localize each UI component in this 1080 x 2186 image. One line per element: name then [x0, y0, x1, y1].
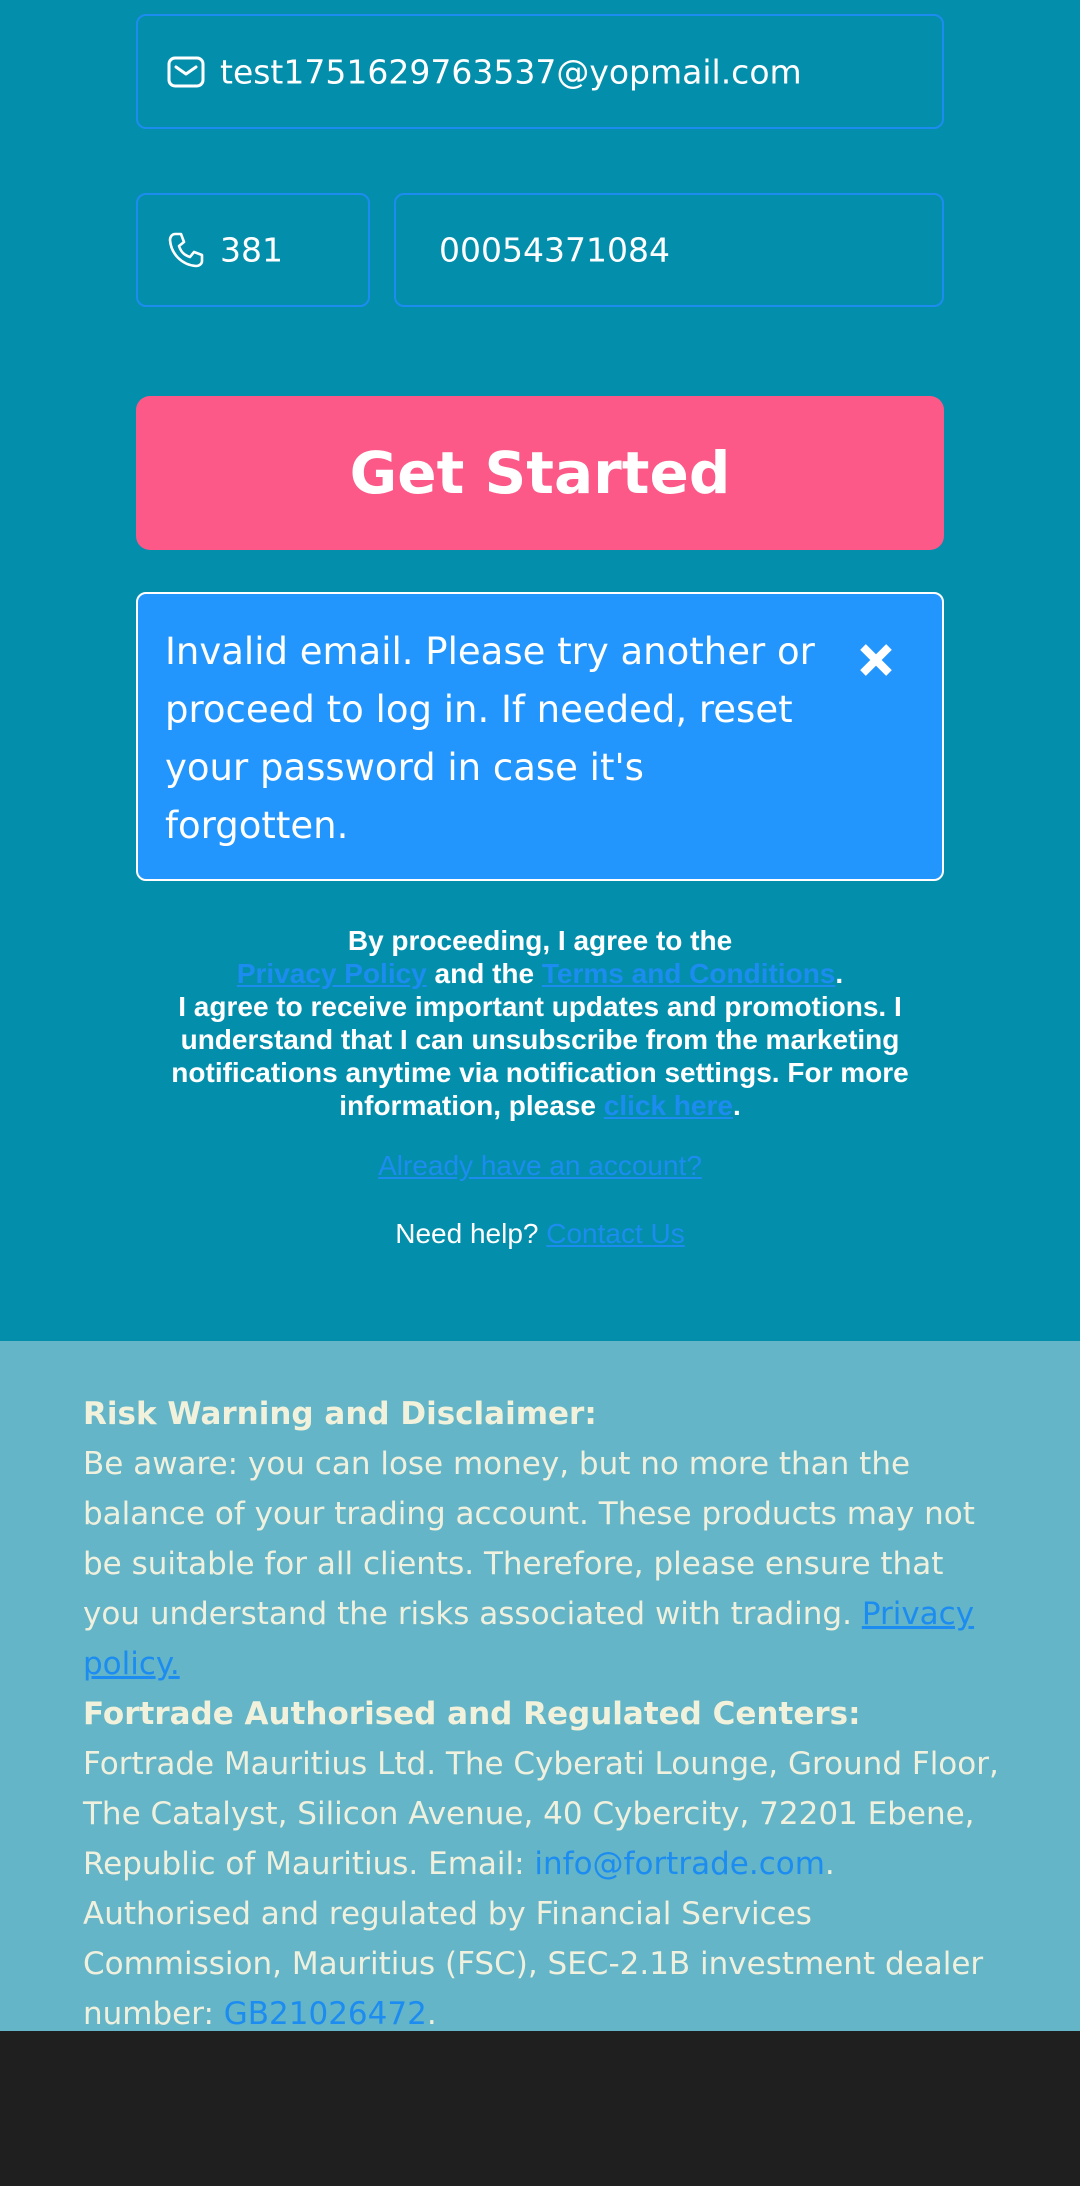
signup-section: test1751629763537@yopmail.com 381 000543… [0, 0, 1080, 1341]
risk-disclaimer-footer: Risk Warning and Disclaimer: Be aware: y… [0, 1341, 1080, 2032]
error-message: Invalid email. Please try another or pro… [165, 630, 815, 847]
terms-link[interactable]: Terms and Conditions [542, 958, 836, 989]
envelope-icon [167, 56, 205, 87]
country-code-field[interactable]: 381 [136, 193, 370, 307]
need-help-label: Need help? [395, 1218, 539, 1249]
phone-icon [168, 232, 204, 268]
phone-number-value: 00054371084 [439, 230, 670, 270]
authorised-text: Authorised and regulated by Financial Se… [83, 1896, 984, 2032]
phone-number-field[interactable]: 00054371084 [394, 193, 944, 307]
legal-consent: I agree to receive important updates and… [171, 991, 909, 1121]
contact-us-link[interactable]: Contact Us [546, 1218, 685, 1249]
error-alert: Invalid email. Please try another or pro… [136, 592, 944, 881]
legal-consent-text: By proceeding, I agree to the Privacy Po… [171, 925, 909, 1121]
legal-period: . [835, 958, 844, 989]
dealer-number-link[interactable]: GB21026472 [224, 1996, 427, 2032]
legal-line1: By proceeding, I agree to the [347, 925, 733, 956]
email-field[interactable]: test1751629763537@yopmail.com [136, 14, 944, 129]
already-have-account-link[interactable]: Already have an account? [378, 1150, 702, 1181]
privacy-policy-link[interactable]: Privacy Policy [237, 958, 427, 989]
close-icon[interactable] [854, 638, 898, 682]
risk-text: Be aware: you can lose money, but no mor… [83, 1446, 975, 1632]
country-code-value: 381 [220, 230, 283, 270]
footer-text: Risk Warning and Disclaimer: Be aware: y… [83, 1396, 999, 2032]
risk-title: Risk Warning and Disclaimer: [83, 1396, 597, 1432]
footer-email-link[interactable]: info@fortrade.com [534, 1846, 824, 1882]
need-help-row: Need help? Contact Us [0, 1218, 1080, 1250]
get-started-button[interactable]: Get Started [136, 396, 944, 550]
already-account-row: Already have an account? [0, 1150, 1080, 1182]
click-here-link[interactable]: click here [604, 1090, 733, 1121]
legal-and-the: and the [434, 958, 535, 989]
centers-title: Fortrade Authorised and Regulated Center… [83, 1696, 861, 1732]
email-value: test1751629763537@yopmail.com [220, 52, 802, 91]
